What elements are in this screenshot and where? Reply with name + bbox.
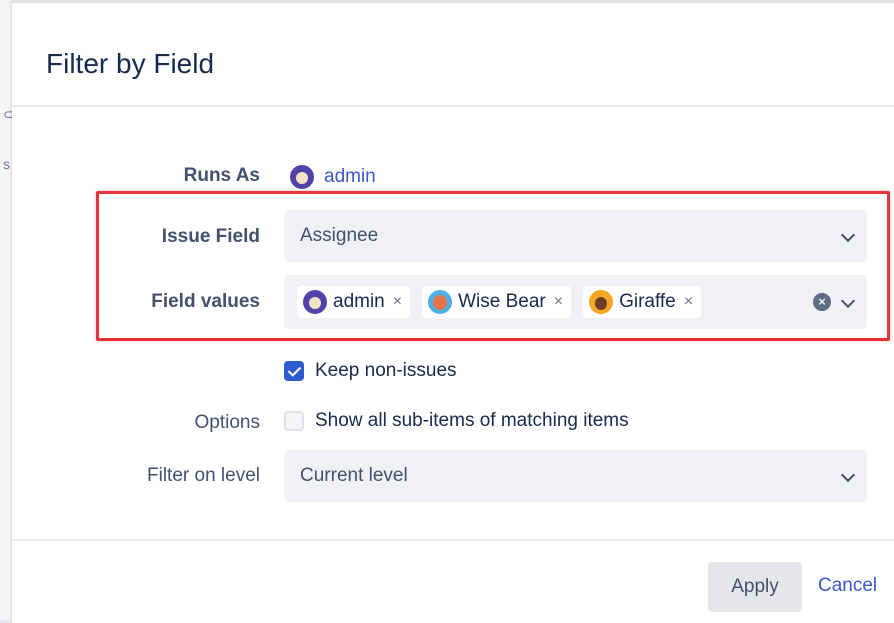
remove-chip-icon[interactable]: × [554, 293, 563, 311]
clear-all-icon[interactable]: × [813, 293, 831, 311]
runs-as-user-name[interactable]: admin [324, 166, 376, 188]
footer-divider [12, 539, 894, 541]
keep-non-issues-checkbox[interactable]: Keep non-issues [284, 360, 457, 382]
keep-non-issues-label: Keep non-issues [315, 360, 457, 381]
remove-chip-icon[interactable]: × [684, 293, 693, 311]
dialog-header: Filter by Field [12, 3, 894, 107]
runs-as-user[interactable]: admin [290, 163, 376, 191]
chip-label: Wise Bear [458, 291, 546, 312]
cancel-button[interactable]: Cancel [818, 575, 877, 597]
giraffe-avatar-icon [589, 290, 614, 314]
checkbox-checked-icon[interactable] [284, 361, 304, 381]
filter-dialog: Filter by Field Runs As admin Issue Fiel… [12, 0, 894, 623]
apply-button[interactable]: Apply [708, 562, 802, 612]
issue-field-label: Issue Field [161, 226, 260, 247]
value-chip-giraffe[interactable]: Giraffe × [583, 286, 702, 318]
filter-level-select[interactable]: Current level [284, 450, 867, 502]
filter-level-value: Current level [300, 465, 408, 486]
field-values-multiselect[interactable]: admin × Wise Bear × Giraffe × × [284, 275, 867, 329]
show-sub-items-label: Show all sub-items of matching items [315, 410, 629, 431]
value-chip-admin[interactable]: admin × [297, 286, 411, 318]
admin-avatar-icon [303, 290, 327, 314]
runs-as-label: Runs As [183, 165, 260, 186]
chevron-down-icon[interactable] [840, 467, 856, 483]
dialog-title: Filter by Field [46, 48, 215, 79]
checkbox-unchecked-icon[interactable] [284, 411, 304, 431]
admin-avatar-icon [290, 165, 314, 189]
field-values-label: Field values [151, 291, 260, 312]
remove-chip-icon[interactable]: × [393, 293, 402, 311]
chevron-down-icon[interactable] [840, 227, 856, 243]
options-label: Options [194, 412, 260, 433]
bear-avatar-icon [428, 290, 453, 314]
background-fragment: s [3, 156, 10, 172]
chevron-down-icon[interactable] [840, 293, 856, 309]
filter-level-label: Filter on level [147, 465, 260, 486]
chip-label: admin [333, 291, 385, 312]
chip-label: Giraffe [619, 291, 676, 312]
value-chip-wise-bear[interactable]: Wise Bear × [422, 286, 572, 318]
show-sub-items-checkbox[interactable]: Show all sub-items of matching items [284, 410, 629, 432]
issue-field-value: Assignee [300, 225, 379, 246]
issue-field-select[interactable]: Assignee [284, 210, 867, 262]
